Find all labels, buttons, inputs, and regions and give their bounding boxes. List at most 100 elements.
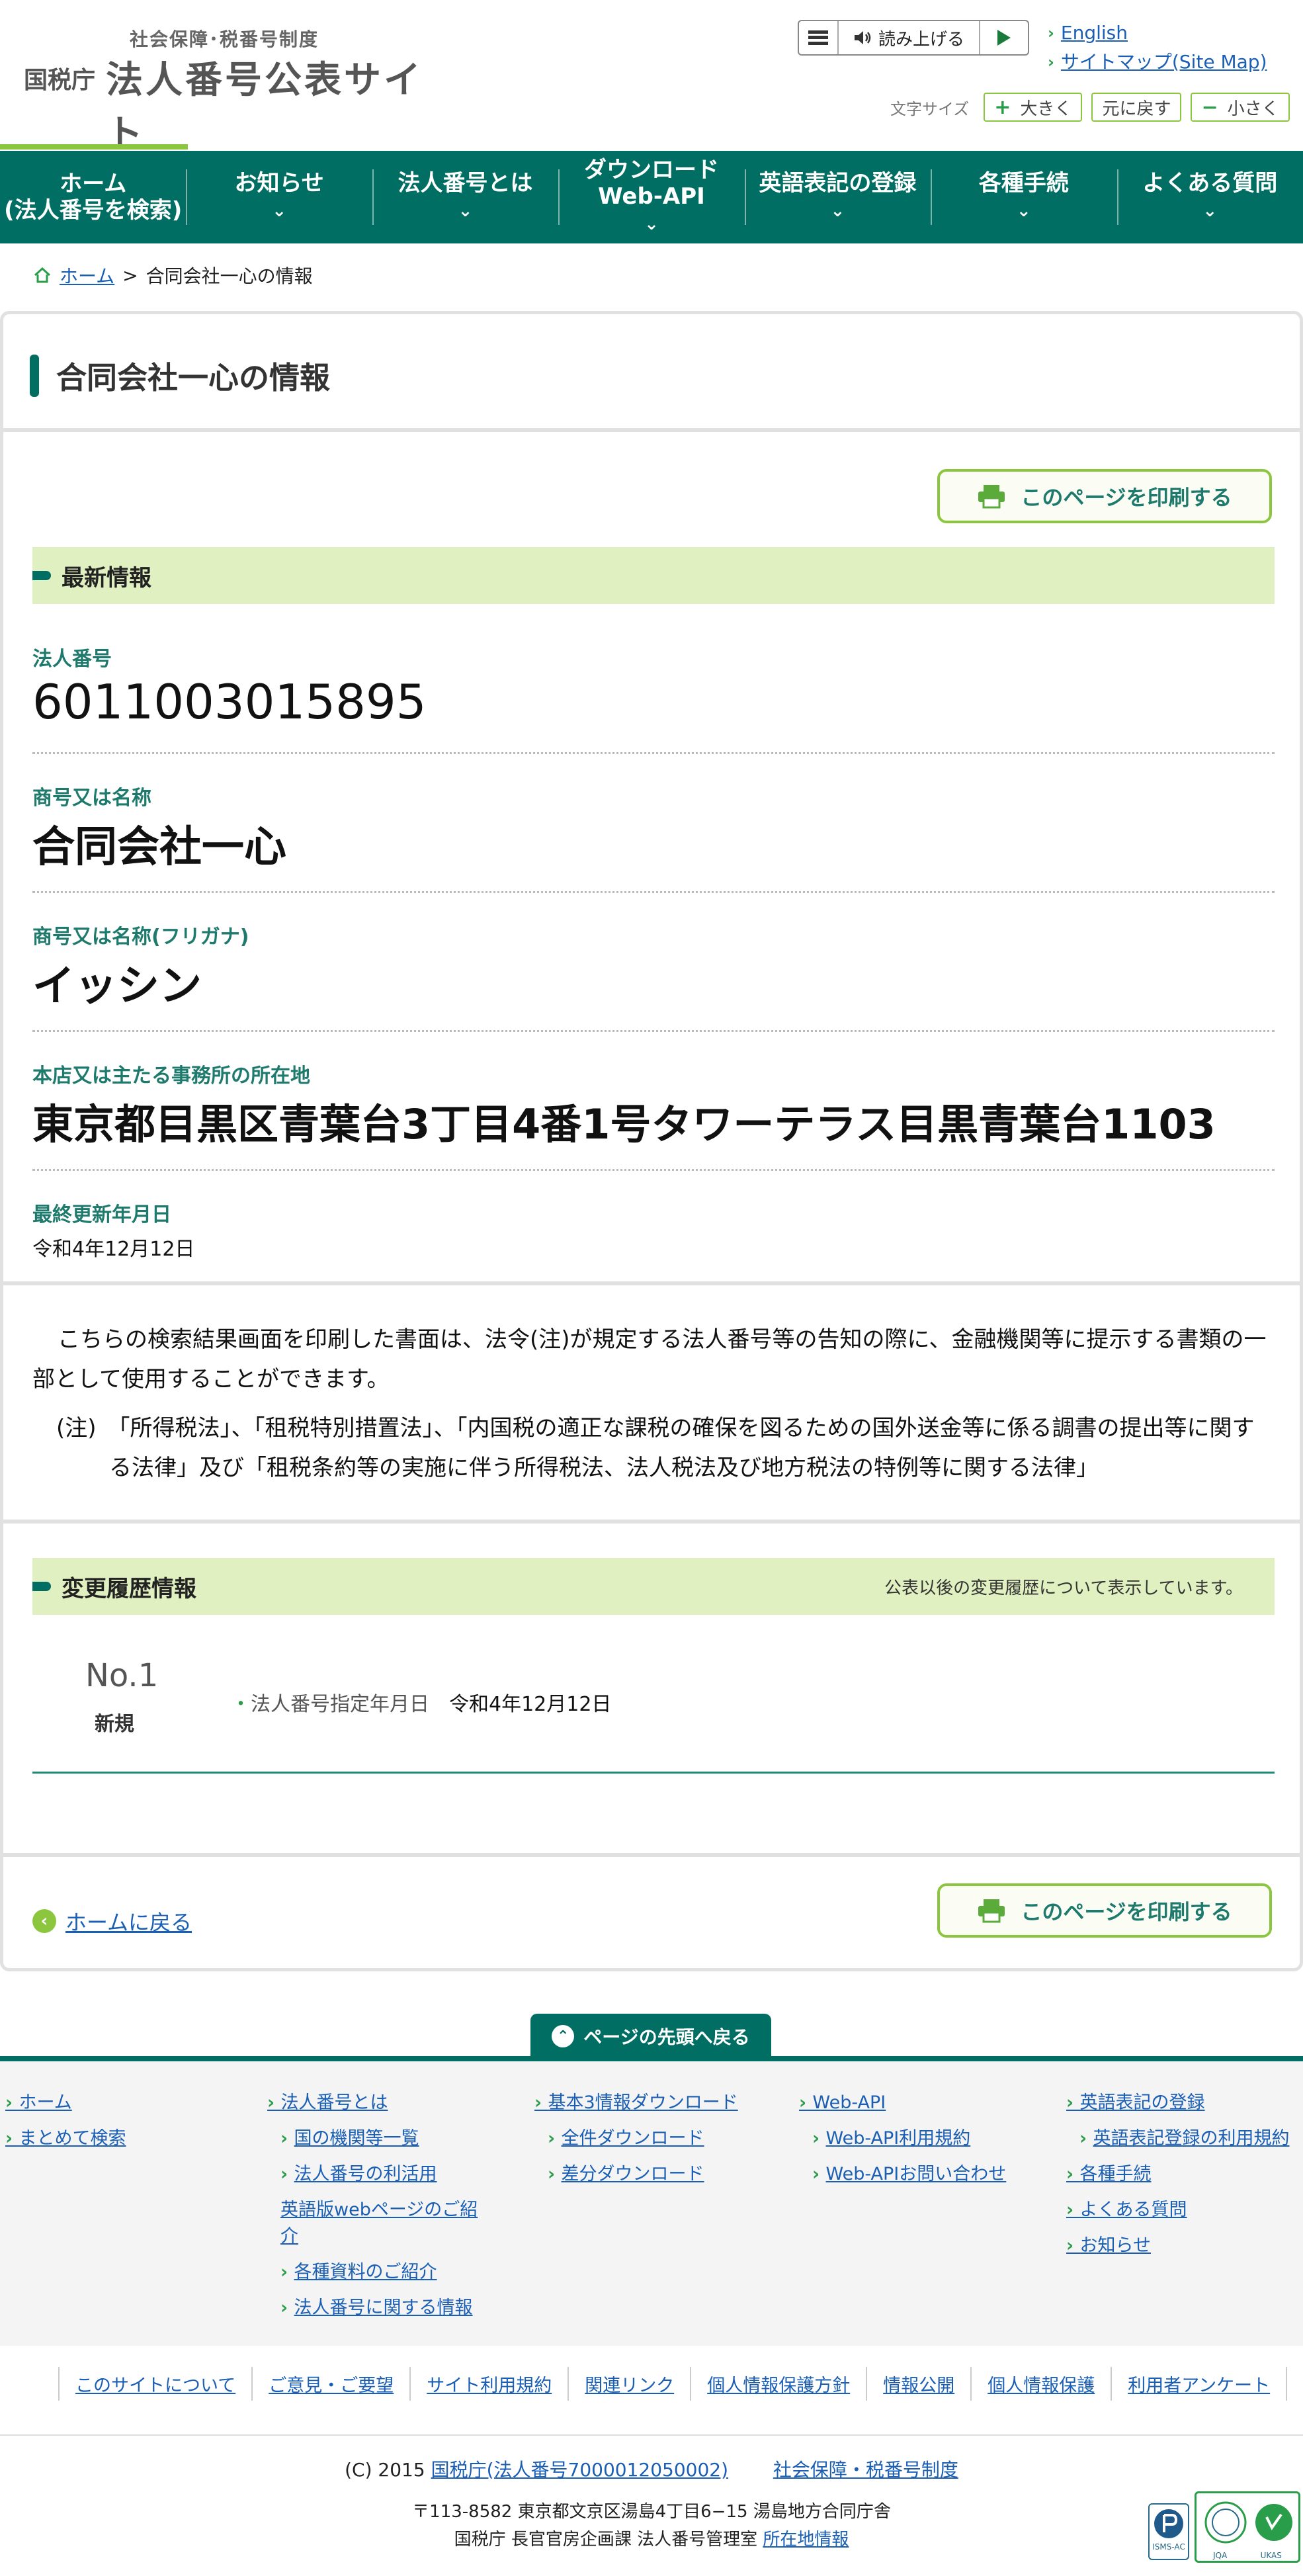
sitemap-link[interactable]: ホーム bbox=[5, 2092, 72, 2113]
logo-title: 法人番号公表サイト bbox=[106, 59, 423, 155]
sitemap-link[interactable]: サイトマップ(Site Map) bbox=[1061, 48, 1267, 77]
speaker-icon bbox=[854, 31, 871, 44]
font-larger-button[interactable]: + 大きく bbox=[984, 93, 1083, 122]
chevron-down-icon: ⌄ bbox=[644, 214, 659, 234]
corp-name-value: 合同会社一心 bbox=[32, 823, 286, 872]
font-reset-label: 元に戻す bbox=[1102, 99, 1171, 119]
location-link[interactable]: 所在地情報 bbox=[763, 2530, 849, 2550]
breadcrumb-separator: > bbox=[122, 264, 138, 286]
sitemap-link[interactable]: 英語版webページのご紹介 bbox=[280, 2197, 492, 2250]
nav-active-indicator bbox=[0, 144, 188, 150]
font-size-controls: 文字サイズ + 大きく 元に戻す − 小さく bbox=[890, 93, 1290, 122]
latest-info-title: 最新情報 bbox=[62, 564, 151, 591]
field-kana: 商号又は名称(フリガナ) イッシン bbox=[32, 920, 1275, 1013]
history-entry: No.1 新規 法人番号指定年月日 令和4年12月12日 bbox=[32, 1644, 1275, 1774]
field-divider bbox=[32, 752, 1275, 754]
sitemap-link[interactable]: Web-API利用規約 bbox=[826, 2128, 971, 2149]
footer-link-survey[interactable]: 利用者アンケート bbox=[1111, 2367, 1288, 2401]
page-top-label: ページの先頭へ戻る bbox=[583, 2026, 750, 2048]
page-top-button[interactable]: ⌃ ページの先頭へ戻る bbox=[530, 2014, 771, 2059]
mynumber-link[interactable]: 社会保障・税番号制度 bbox=[773, 2459, 958, 2481]
english-link[interactable]: English bbox=[1061, 19, 1128, 48]
nta-link[interactable]: 国税庁(法人番号7000012050002) bbox=[431, 2459, 728, 2481]
play-button[interactable] bbox=[980, 21, 1028, 54]
certification-badges: ISMS-AC JQA UKAS bbox=[1148, 2491, 1303, 2564]
sitemap-link[interactable]: 各種資料のご紹介 bbox=[294, 2262, 437, 2282]
sitemap-link[interactable]: まとめて検索 bbox=[5, 2128, 126, 2149]
history-note: 公表以後の変更履歴について表示しています。 bbox=[884, 1578, 1243, 1598]
footer-link-privacy-policy[interactable]: 個人情報保護方針 bbox=[690, 2367, 866, 2401]
sitemap-link[interactable]: 全件ダウンロード bbox=[562, 2128, 704, 2149]
footer-link-related[interactable]: 関連リンク bbox=[567, 2367, 690, 2401]
printer-icon bbox=[978, 1899, 1005, 1923]
back-home-link[interactable]: ‹ ホームに戻る bbox=[32, 1906, 192, 1936]
play-icon bbox=[997, 30, 1011, 46]
nav-item-english[interactable]: 英語表記の登録 ⌄ bbox=[744, 151, 931, 243]
sitemap-link[interactable]: 差分ダウンロード bbox=[562, 2164, 704, 2184]
section-divider bbox=[3, 1281, 1300, 1285]
breadcrumb-home-link[interactable]: ホーム bbox=[60, 262, 114, 288]
section-divider bbox=[3, 1853, 1300, 1857]
field-divider bbox=[32, 1169, 1275, 1171]
printer-icon bbox=[978, 485, 1005, 509]
font-smaller-label: 小さく bbox=[1227, 99, 1279, 119]
corp-address-value: 東京都目黒区青葉台3丁目4番1号タワーテラス目黒青葉台1103 bbox=[32, 1100, 1216, 1148]
read-aloud-button[interactable]: 読み上げる bbox=[839, 21, 980, 54]
nav-item-label: 法人番号とは bbox=[398, 170, 533, 196]
field-divider bbox=[32, 1030, 1275, 1032]
site-logo[interactable]: 社会保障･税番号制度 国税庁 法人番号公表サイト bbox=[24, 25, 434, 155]
print-button-top[interactable]: このページを印刷する bbox=[937, 469, 1272, 523]
history-title: 変更履歴情報 bbox=[62, 1575, 196, 1602]
sitemap-link-row: › サイトマップ(Site Map) bbox=[1048, 48, 1267, 77]
jqa-badge-label: JQA bbox=[1213, 2551, 1228, 2560]
isms-logo-icon bbox=[1154, 2509, 1183, 2538]
sitemap-link[interactable]: 基本3情報ダウンロード bbox=[534, 2092, 738, 2113]
nav-item-faq[interactable]: よくある質問 ⌄ bbox=[1116, 151, 1303, 243]
print-label: このページを印刷する bbox=[1021, 1899, 1232, 1924]
sitemap-link[interactable]: 法人番号とは bbox=[267, 2092, 388, 2113]
reader-menu-button[interactable] bbox=[799, 21, 839, 54]
print-button-bottom[interactable]: このページを印刷する bbox=[937, 1883, 1272, 1938]
footer-link-about[interactable]: このサイトについて bbox=[58, 2367, 251, 2401]
chevron-down-icon: ⌄ bbox=[1016, 201, 1031, 221]
field-label: 最終更新年月日 bbox=[32, 1203, 171, 1226]
nav-item-about[interactable]: 法人番号とは ⌄ bbox=[372, 151, 558, 243]
office-name: 国税庁 長官官房企画課 法人番号管理室 bbox=[454, 2530, 758, 2550]
chevron-right-icon: › bbox=[1048, 24, 1054, 42]
iso-logo-icon bbox=[1204, 2501, 1292, 2544]
corp-kana-value: イッシン bbox=[32, 962, 202, 1011]
sitemap-link[interactable]: 英語表記登録の利用規約 bbox=[1093, 2128, 1290, 2149]
breadcrumb: ホーム > 合同会社一心の情報 bbox=[33, 262, 313, 288]
nav-item-news[interactable]: お知らせ ⌄ bbox=[186, 151, 372, 243]
nav-item-procedures[interactable]: 各種手続 ⌄ bbox=[931, 151, 1116, 243]
footer-office: 国税庁 長官官房企画課 法人番号管理室 所在地情報 bbox=[0, 2526, 1303, 2550]
sitemap-link[interactable]: 英語表記の登録 bbox=[1066, 2092, 1205, 2113]
font-smaller-button[interactable]: − 小さく bbox=[1191, 93, 1290, 122]
nav-item-download[interactable]: ダウンロード Web-API ⌄ bbox=[558, 151, 744, 243]
sitemap-link[interactable]: よくある質問 bbox=[1066, 2200, 1187, 2220]
sitemap-link[interactable]: 国の機関等一覧 bbox=[294, 2128, 419, 2149]
footer-link-feedback[interactable]: ご意見・ご要望 bbox=[251, 2367, 409, 2401]
nav-bar: ホーム (法人番号を検索) お知らせ ⌄ 法人番号とは ⌄ ダウンロード Web… bbox=[0, 151, 1303, 243]
sitemap-col-download: 基本3情報ダウンロード 全件ダウンロード 差分ダウンロード bbox=[534, 2085, 738, 2192]
sitemap-link[interactable]: Web-API bbox=[799, 2092, 886, 2113]
history-detail-key: 法人番号指定年月日 bbox=[231, 1688, 429, 1717]
sitemap-link[interactable]: 各種手続 bbox=[1066, 2164, 1152, 2184]
history-detail-value: 令和4年12月12日 bbox=[449, 1693, 612, 1716]
sitemap-link[interactable]: Web-APIお問い合わせ bbox=[826, 2164, 1007, 2184]
font-reset-button[interactable]: 元に戻す bbox=[1091, 93, 1182, 122]
footer-link-privacy[interactable]: 個人情報保護 bbox=[970, 2367, 1111, 2401]
read-aloud-toolbar: 読み上げる bbox=[798, 20, 1029, 56]
nav-item-home[interactable]: ホーム (法人番号を検索) bbox=[0, 151, 186, 243]
footer-link-disclosure[interactable]: 情報公開 bbox=[866, 2367, 970, 2401]
sitemap-link[interactable]: 法人番号に関する情報 bbox=[294, 2297, 473, 2318]
field-name: 商号又は名称 合同会社一心 bbox=[32, 781, 1275, 874]
plus-icon: + bbox=[994, 95, 1011, 119]
sitemap-link[interactable]: 法人番号の利活用 bbox=[294, 2164, 437, 2184]
footer-link-terms[interactable]: サイト利用規約 bbox=[409, 2367, 567, 2401]
chevron-down-icon: ⌄ bbox=[1202, 201, 1218, 221]
sitemap-link[interactable]: お知らせ bbox=[1066, 2235, 1151, 2256]
nav-item-label: お知らせ bbox=[234, 170, 324, 196]
page-title-text: 合同会社一心の情報 bbox=[56, 360, 330, 396]
heading-marker bbox=[32, 1582, 51, 1591]
